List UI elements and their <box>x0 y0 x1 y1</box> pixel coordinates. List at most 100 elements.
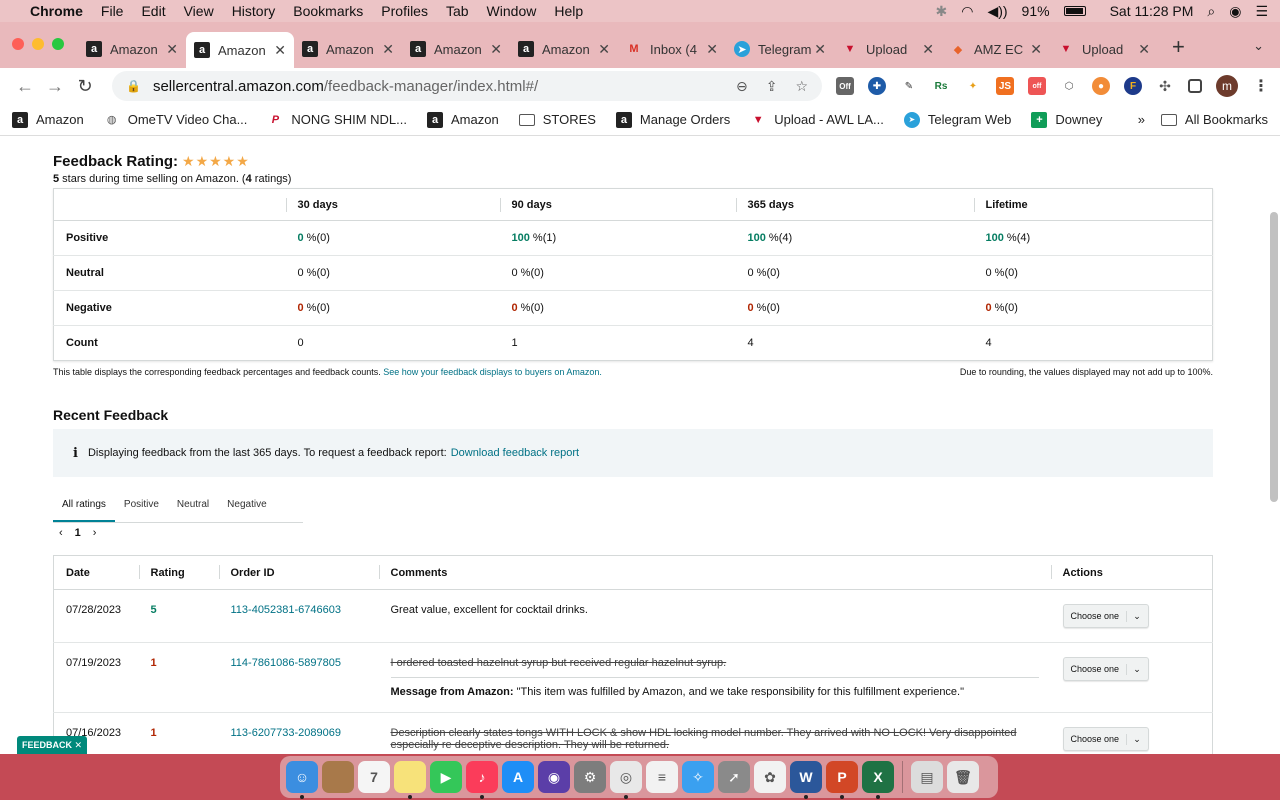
clock[interactable]: Sat 11:28 PM <box>1110 3 1194 19</box>
browser-tab[interactable]: ➤ Telegram ✕ <box>726 32 834 66</box>
extension-coupon-icon[interactable]: off <box>1028 77 1046 95</box>
browser-tab[interactable]: ▼ Upload ✕ <box>1050 32 1158 66</box>
page-scrollbar[interactable] <box>1270 212 1278 502</box>
calendar-icon[interactable]: 7 <box>358 761 390 793</box>
browser-tab[interactable]: a Amazon ✕ <box>294 32 402 66</box>
bookmark-item[interactable]: + Downey <box>1031 111 1102 128</box>
downloads-icon[interactable]: ▤ <box>911 761 943 793</box>
menu-view[interactable]: View <box>184 3 214 19</box>
extension-orange-icon[interactable]: ● <box>1092 77 1110 95</box>
browser-tab[interactable]: a Amazon ✕ <box>78 32 186 66</box>
photos-icon[interactable]: ✿ <box>754 761 786 793</box>
close-tab-icon[interactable]: ✕ <box>1138 41 1150 58</box>
extension-cube-icon[interactable]: ⬡ <box>1060 77 1078 95</box>
profile-avatar[interactable]: m <box>1216 75 1238 97</box>
menu-tab[interactable]: Tab <box>446 3 469 19</box>
app-menu-chrome[interactable]: Chrome <box>30 3 83 19</box>
browser-tab[interactable]: a Amazon ✕ <box>510 32 618 66</box>
forward-arrow-icon[interactable]: → <box>40 76 70 97</box>
close-tab-icon[interactable]: ✕ <box>814 41 826 58</box>
music-icon[interactable]: ♪ <box>466 761 498 799</box>
tab-all-ratings[interactable]: All ratings <box>53 491 115 522</box>
battery-icon[interactable] <box>1063 6 1086 16</box>
finder-icon[interactable]: ☺ <box>286 761 318 799</box>
next-page-icon[interactable]: › <box>93 527 97 539</box>
tab-positive[interactable]: Positive <box>115 491 168 522</box>
close-tab-icon[interactable]: ✕ <box>274 42 286 59</box>
download-report-link[interactable]: Download feedback report <box>451 447 579 459</box>
menu-file[interactable]: File <box>101 3 124 19</box>
buyer-display-link[interactable]: See how your feedback displays to buyers… <box>383 367 602 377</box>
prev-page-icon[interactable]: ‹ <box>59 527 63 539</box>
action-dropdown[interactable]: Choose one ⌄ <box>1062 727 1149 751</box>
excel-icon[interactable]: X <box>862 761 894 799</box>
extension-pen-icon[interactable]: ✎ <box>900 77 918 95</box>
close-tab-icon[interactable]: ✕ <box>490 41 502 58</box>
side-panel-icon[interactable] <box>1188 79 1202 93</box>
tab-search-chevron-icon[interactable]: ⌄ <box>1253 38 1264 54</box>
trash-icon[interactable]: 🗑 <box>947 761 979 793</box>
close-tab-icon[interactable]: ✕ <box>922 41 934 58</box>
menu-window[interactable]: Window <box>487 3 537 19</box>
spotlight-search-icon[interactable]: ⌕ <box>1207 3 1215 20</box>
bookmark-item[interactable]: ➤ Telegram Web <box>903 111 1011 128</box>
menu-help[interactable]: Help <box>554 3 583 19</box>
launchpad-icon[interactable]: ➚ <box>718 761 750 793</box>
tab-negative[interactable]: Negative <box>218 491 275 522</box>
extension-rs-icon[interactable]: Rs <box>932 77 950 95</box>
menu-history[interactable]: History <box>232 3 276 19</box>
zoom-icon[interactable]: ⊖ <box>736 78 748 95</box>
reminders-icon[interactable]: ≡ <box>646 761 678 793</box>
bookmark-item[interactable]: a Amazon <box>12 111 84 128</box>
browser-tab[interactable]: M Inbox (4 ✕ <box>618 32 726 66</box>
extension-blue-icon[interactable]: ✚ <box>868 77 886 95</box>
control-center-icon[interactable]: ☰ <box>1255 3 1268 20</box>
wifi-icon[interactable]: ◠ <box>961 3 973 20</box>
notes-book-icon[interactable] <box>322 761 354 793</box>
browser-tab[interactable]: a Amazon ✕ <box>186 32 294 68</box>
minimize-window-button[interactable] <box>32 38 44 50</box>
close-tab-icon[interactable]: ✕ <box>1030 41 1042 58</box>
bookmark-item[interactable]: P NONG SHIM NDL... <box>267 112 407 128</box>
feedback-widget-button[interactable]: FEEDBACK ✕ <box>17 736 87 754</box>
chrome-icon[interactable]: ◎ <box>610 761 642 799</box>
extensions-puzzle-icon[interactable]: ✣ <box>1156 77 1174 95</box>
browser-tab[interactable]: ◆ AMZ EC ✕ <box>942 32 1050 66</box>
volume-icon[interactable]: ◀)) <box>987 3 1007 20</box>
order-id-link[interactable]: 114-7861086-5897805 <box>231 657 342 669</box>
close-tab-icon[interactable]: ✕ <box>382 41 394 58</box>
zoom-window-button[interactable] <box>52 38 64 50</box>
extension-fba-icon[interactable]: ✦ <box>964 77 982 95</box>
bluetooth-icon[interactable]: ✱ <box>936 3 948 20</box>
bookmark-item[interactable]: a Manage Orders <box>615 111 730 128</box>
action-dropdown[interactable]: Choose one ⌄ <box>1062 604 1149 628</box>
share-icon[interactable]: ⇪ <box>766 78 778 95</box>
browser-tab[interactable]: a Amazon ✕ <box>402 32 510 66</box>
notes-icon[interactable] <box>394 761 426 799</box>
address-bar[interactable]: 🔒 sellercentral.amazon.com/feedback-mana… <box>112 71 822 101</box>
back-arrow-icon[interactable]: ← <box>10 76 40 97</box>
browser-tab[interactable]: ▼ Upload ✕ <box>834 32 942 66</box>
chrome-menu-icon[interactable]: ⋮ <box>1252 77 1270 95</box>
new-tab-button[interactable]: + <box>1172 34 1185 60</box>
all-bookmarks-button[interactable]: All Bookmarks <box>1160 112 1268 127</box>
close-window-button[interactable] <box>12 38 24 50</box>
app-store-icon[interactable]: A <box>502 761 534 793</box>
lock-icon[interactable]: 🔒 <box>126 79 141 93</box>
extension-off-icon[interactable]: Off <box>836 77 854 95</box>
word-icon[interactable]: W <box>790 761 822 799</box>
extension-js-icon[interactable]: JS <box>996 77 1014 95</box>
menu-profiles[interactable]: Profiles <box>381 3 428 19</box>
bookmarks-overflow-icon[interactable]: » <box>1138 112 1145 127</box>
reload-icon[interactable]: ↻ <box>70 76 100 97</box>
bookmark-item[interactable]: STORES <box>518 112 596 127</box>
order-id-link[interactable]: 113-6207733-2089069 <box>231 727 342 739</box>
extension-f-icon[interactable]: F <box>1124 77 1142 95</box>
facetime-icon[interactable]: ▶ <box>430 761 462 793</box>
system-settings-icon[interactable]: ⚙ <box>574 761 606 793</box>
siri-menubar-icon[interactable]: ◉ <box>1229 3 1241 20</box>
action-dropdown[interactable]: Choose one ⌄ <box>1062 657 1149 681</box>
bookmark-item[interactable]: a Amazon <box>427 111 499 128</box>
order-id-link[interactable]: 113-4052381-6746603 <box>231 604 342 616</box>
bookmark-star-icon[interactable]: ☆ <box>795 78 808 95</box>
